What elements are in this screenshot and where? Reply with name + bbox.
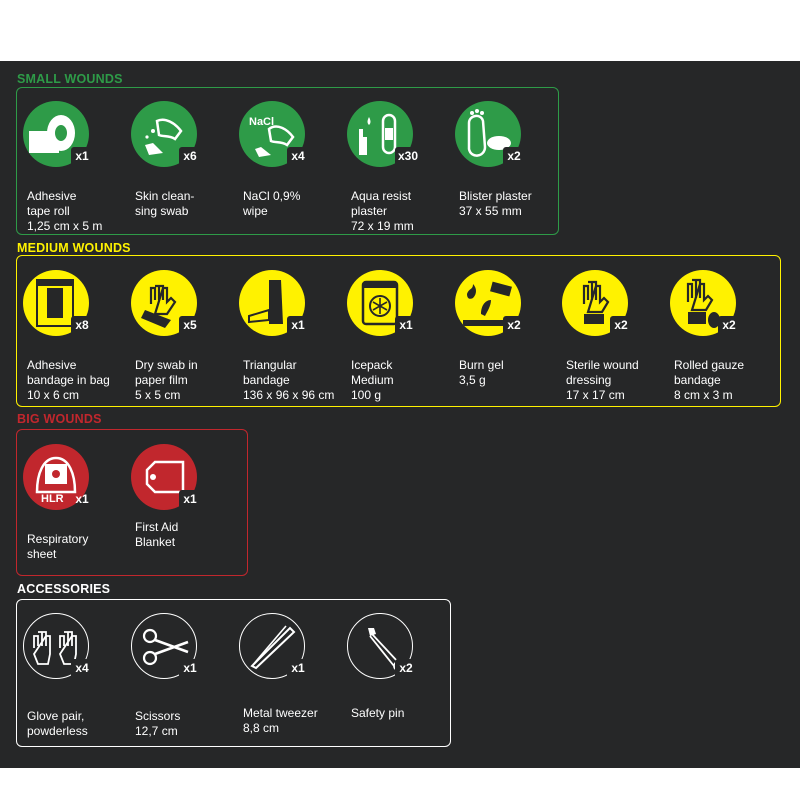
- item-label: Blister plaster 37 x 55 mm: [459, 189, 532, 218]
- item-label: Metal tweezer 8,8 cm: [243, 706, 318, 735]
- item-blister-plaster: x2 Blister plaster 37 x 55 mm: [455, 101, 560, 218]
- item-label: Sterile wound dressing 17 x 17 cm: [566, 358, 639, 402]
- item-label: Scissors 12,7 cm: [135, 709, 181, 738]
- item-label: Adhesive tape roll 1,25 cm x 5 m: [27, 189, 103, 233]
- item-aqua-plaster: x30 Aqua resist plaster 72 x 19 mm: [347, 101, 452, 233]
- quantity-badge: x5: [179, 316, 201, 335]
- quantity-badge: x2: [503, 316, 525, 335]
- item-label: Rolled gauze bandage 8 cm x 3 m: [674, 358, 745, 402]
- item-gauze-bandage: x2 Rolled gauze bandage 8 cm x 3 m: [670, 270, 775, 402]
- quantity-badge: x2: [503, 147, 525, 166]
- svg-text:NaCl: NaCl: [249, 116, 274, 128]
- item-label: Burn gel 3,5 g: [459, 358, 504, 387]
- item-nacl-wipe: NaCl x4 NaCl 0,9% wipe: [239, 101, 344, 218]
- section-big-wounds: HLR x1 Respiratory sheet x1 First Aid Blan…: [16, 429, 248, 576]
- quantity-badge: x6: [179, 147, 201, 166]
- section-accessories: x4 Glove pair, powderless x1 Scissors 12,7…: [16, 599, 451, 747]
- item-label: NaCl 0,9% wipe: [243, 189, 301, 218]
- item-wound-dressing: x2 Sterile wound dressing 17 x 17 cm: [562, 270, 667, 402]
- item-tweezer: x1 Metal tweezer 8,8 cm: [239, 613, 344, 735]
- section-title-accessories: ACCESSORIES: [17, 582, 111, 596]
- quantity-badge: x30: [395, 147, 422, 166]
- item-label: Glove pair, powderless: [27, 709, 88, 738]
- section-small-wounds: x1 Adhesive tape roll 1,25 cm x 5 m x6 Ski…: [16, 87, 559, 235]
- item-label: Dry swab in paper film 5 x 5 cm: [135, 358, 198, 402]
- quantity-badge: x4: [71, 659, 93, 678]
- quantity-badge: x4: [287, 147, 309, 166]
- item-label: Respiratory sheet: [27, 532, 89, 561]
- item-first-aid-blanket: x1 First Aid Blanket: [131, 444, 236, 554]
- section-title-small-wounds: SMALL WOUNDS: [17, 72, 123, 86]
- quantity-badge: x1: [395, 316, 417, 335]
- item-tape-roll: x1 Adhesive tape roll 1,25 cm x 5 m: [23, 101, 128, 233]
- kit-contents-panel: SMALL WOUNDS x1 Adhesive tape roll 1,25 cm…: [0, 61, 800, 768]
- quantity-badge: x1: [287, 659, 309, 678]
- quantity-badge: x1: [71, 147, 93, 166]
- quantity-badge: x1: [179, 659, 201, 678]
- quantity-badge: x1: [179, 490, 201, 509]
- item-dry-swab: x5 Dry swab in paper film 5 x 5 cm: [131, 270, 236, 402]
- item-label: Icepack Medium 100 g: [351, 358, 394, 402]
- item-adhesive-bandage: x8 Adhesive bandage in bag 10 x 6 cm: [23, 270, 128, 402]
- section-title-big-wounds: BIG WOUNDS: [17, 412, 102, 426]
- item-safety-pin: x2 Safety pin: [347, 613, 452, 723]
- item-gloves: x4 Glove pair, powderless: [23, 613, 128, 738]
- item-label: First Aid Blanket: [135, 520, 179, 549]
- item-label: Adhesive bandage in bag 10 x 6 cm: [27, 358, 110, 402]
- section-medium-wounds: x8 Adhesive bandage in bag 10 x 6 cm x5 Dr…: [16, 255, 781, 407]
- item-label: Triangular bandage 136 x 96 x 96 cm: [243, 358, 335, 402]
- quantity-badge: x1: [75, 492, 89, 506]
- item-respiratory-sheet: HLR x1 Respiratory sheet: [23, 444, 128, 561]
- item-icepack: x1 Icepack Medium 100 g: [347, 270, 452, 402]
- quantity-badge: x8: [71, 316, 93, 335]
- quantity-badge: x2: [610, 316, 632, 335]
- item-label: Skin clean-sing swab: [135, 189, 195, 218]
- item-label: Aqua resist plaster 72 x 19 mm: [351, 189, 414, 233]
- svg-text:HLR: HLR: [41, 493, 64, 505]
- item-scissors: x1 Scissors 12,7 cm: [131, 613, 236, 738]
- section-title-medium-wounds: MEDIUM WOUNDS: [17, 241, 131, 255]
- item-label: Safety pin: [351, 706, 405, 720]
- item-burn-gel: x2 Burn gel 3,5 g: [455, 270, 560, 387]
- item-cleansing-swab: x6 Skin clean-sing swab: [131, 101, 236, 218]
- quantity-badge: x2: [395, 659, 417, 678]
- quantity-badge: x2: [718, 316, 740, 335]
- quantity-badge: x1: [287, 316, 309, 335]
- item-triangular-bandage: x1 Triangular bandage 136 x 96 x 96 cm: [239, 270, 344, 402]
